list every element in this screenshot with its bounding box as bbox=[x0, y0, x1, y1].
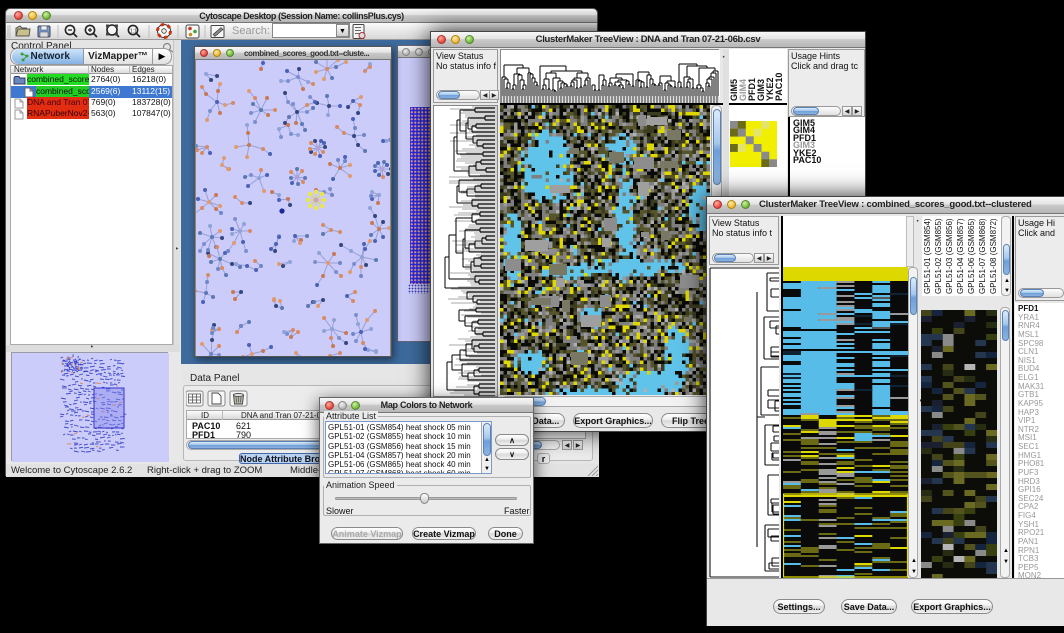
svg-text:1:1: 1:1 bbox=[130, 29, 137, 35]
